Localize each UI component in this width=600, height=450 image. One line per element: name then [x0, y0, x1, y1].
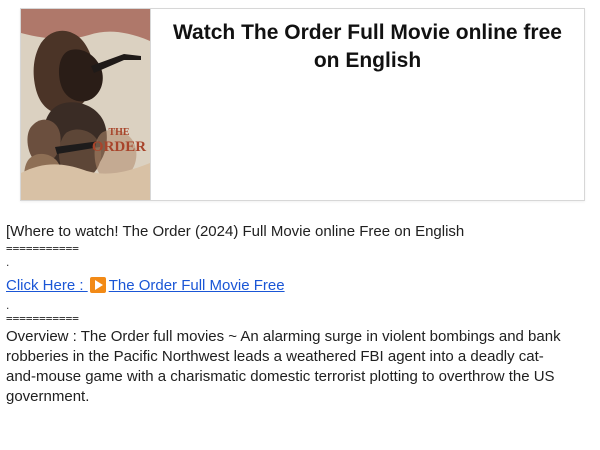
poster-illustration: THE ORDER — [21, 9, 150, 200]
movie-card-title[interactable]: Watch The Order Full Movie online free o… — [151, 19, 584, 75]
watch-link[interactable]: Click Here : The Order Full Movie Free — [6, 277, 285, 294]
movie-card[interactable]: THE ORDER Watch The Order Full Movie onl… — [20, 8, 585, 201]
separator-line-2: =========== — [6, 312, 79, 325]
movie-card-title-text[interactable]: Watch The Order Full Movie online free o… — [173, 21, 562, 72]
svg-text:THE: THE — [108, 127, 129, 138]
play-icon — [89, 277, 106, 293]
separator-line-1: =========== — [6, 242, 79, 255]
watch-link-prefix: Click Here : — [6, 277, 88, 294]
separator-dot-1: . — [6, 255, 10, 269]
article-content: [Where to watch! The Order (2024) Full M… — [6, 222, 594, 407]
separator-dot-2: . — [6, 298, 10, 312]
intro-text: [Where to watch! The Order (2024) Full M… — [6, 223, 465, 240]
overview-text: Overview : The Order full movies ~ An al… — [6, 328, 561, 405]
svg-text:ORDER: ORDER — [92, 139, 146, 155]
watch-link-text: The Order Full Movie Free — [108, 277, 285, 294]
watch-link-line: Click Here : The Order Full Movie Free — [6, 276, 594, 296]
movie-poster[interactable]: THE ORDER — [21, 9, 151, 200]
